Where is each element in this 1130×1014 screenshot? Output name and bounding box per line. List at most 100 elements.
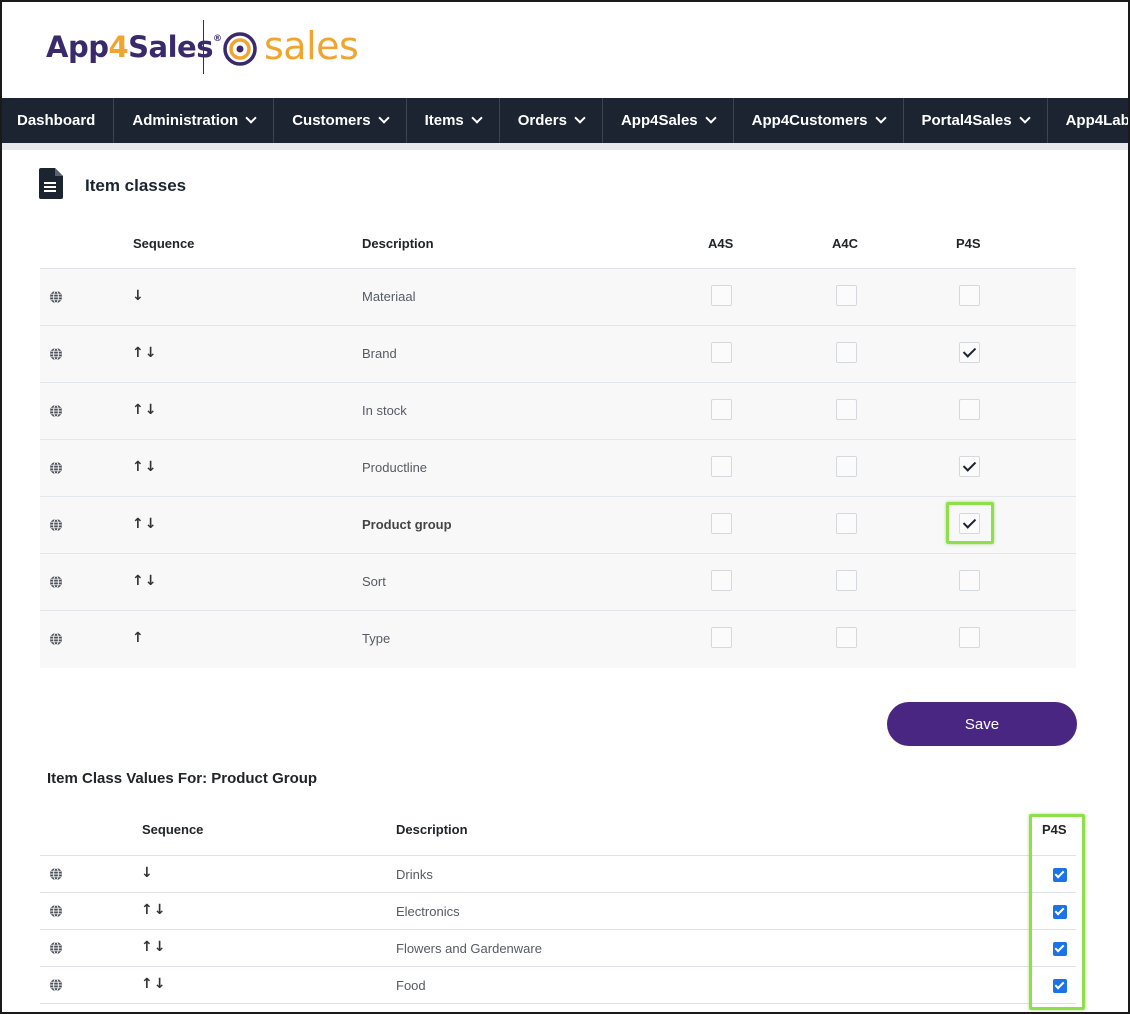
header-description: Description	[362, 236, 434, 251]
header-a4c: A4C	[832, 236, 859, 251]
sequence-arrows[interactable]: ↑	[132, 630, 145, 646]
nav-shadow	[2, 143, 1128, 150]
a4s-checkbox[interactable]	[711, 627, 732, 648]
table-row: ↓ Materiaal	[40, 269, 1076, 326]
table-header: Sequence Description A4S A4C P4S	[40, 224, 1076, 269]
globe-icon[interactable]	[49, 978, 63, 992]
a4s-checkbox[interactable]	[711, 342, 732, 363]
nav-app4labels[interactable]: App4Labels	[1048, 98, 1128, 143]
table-row: ↑↓ Product group	[40, 497, 1076, 554]
sequence-arrows[interactable]: ↑↓	[141, 976, 166, 992]
row-description: Drinks	[396, 867, 433, 882]
globe-icon[interactable]	[49, 518, 63, 532]
globe-icon[interactable]	[49, 632, 63, 646]
main-nav: Dashboard Administration Customers Items…	[2, 98, 1128, 143]
a4c-checkbox[interactable]	[836, 399, 857, 420]
chevron-down-icon	[874, 112, 887, 124]
item-classes-table: Sequence Description A4S A4C P4S ↓ Materi…	[40, 224, 1076, 668]
row-description: Product group	[362, 517, 452, 532]
globe-icon[interactable]	[49, 575, 63, 589]
a4c-checkbox[interactable]	[836, 627, 857, 648]
app-window: App4Sales® sales Dashboard Administratio…	[0, 0, 1130, 1014]
check-icon	[962, 344, 977, 358]
row-description: Brand	[362, 346, 397, 361]
p4s-checkbox[interactable]	[959, 285, 980, 306]
chevron-down-icon	[377, 112, 390, 124]
nav-portal4sales[interactable]: Portal4Sales	[904, 98, 1048, 143]
globe-icon[interactable]	[49, 290, 63, 304]
highlight-box	[1029, 814, 1085, 1010]
header-sequence: Sequence	[133, 236, 195, 251]
globe-icon[interactable]	[49, 867, 63, 881]
table-row: ↑↓ Brand	[40, 326, 1076, 383]
sequence-arrows[interactable]: ↓	[141, 865, 154, 881]
globe-icon[interactable]	[49, 461, 63, 475]
chevron-down-icon	[704, 112, 717, 124]
p4s-checkbox[interactable]	[959, 399, 980, 420]
header-sequence: Sequence	[142, 822, 204, 837]
sequence-arrows[interactable]: ↑↓	[132, 345, 157, 361]
a4c-checkbox[interactable]	[836, 342, 857, 363]
table-row: ↑↓ Sort	[40, 554, 1076, 611]
row-description: Type	[362, 631, 391, 646]
nav-dashboard[interactable]: Dashboard	[2, 98, 115, 143]
sequence-arrows[interactable]: ↑↓	[132, 402, 157, 418]
row-description: Productline	[362, 460, 428, 475]
header-p4s: P4S	[956, 236, 981, 251]
row-description: Flowers and Gardenware	[396, 941, 542, 956]
globe-icon[interactable]	[49, 941, 63, 955]
sequence-arrows[interactable]: ↑↓	[141, 939, 166, 955]
a4s-checkbox[interactable]	[711, 513, 732, 534]
app4sales-logo[interactable]: App4Sales®	[46, 30, 222, 64]
globe-icon[interactable]	[49, 904, 63, 918]
a4c-checkbox[interactable]	[836, 570, 857, 591]
table-row: ↑↓ Electronics	[40, 893, 1076, 930]
header: App4Sales® sales	[2, 2, 1128, 98]
table-row: ↑ Type	[40, 611, 1076, 668]
nav-items[interactable]: Items	[407, 98, 500, 143]
sequence-arrows[interactable]: ↑↓	[132, 573, 157, 589]
nav-app4sales[interactable]: App4Sales	[603, 98, 734, 143]
a4c-checkbox[interactable]	[836, 456, 857, 477]
table-row: ↑↓ Productline	[40, 440, 1076, 497]
table-row: ↑↓ Food	[40, 967, 1076, 1004]
row-description: Materiaal	[362, 289, 416, 304]
sequence-arrows[interactable]: ↓	[132, 288, 145, 304]
check-icon	[962, 458, 977, 472]
chevron-down-icon	[471, 112, 483, 124]
sequence-arrows[interactable]: ↑↓	[132, 516, 157, 532]
p4s-checkbox[interactable]	[959, 627, 980, 648]
row-description: Sort	[362, 574, 386, 589]
p4s-checkbox[interactable]	[959, 570, 980, 591]
nav-app4customers[interactable]: App4Customers	[734, 98, 904, 143]
page-title: Item classes	[85, 176, 187, 195]
header-description: Description	[396, 822, 468, 837]
a4c-checkbox[interactable]	[836, 513, 857, 534]
a4s-checkbox[interactable]	[711, 285, 732, 306]
chevron-down-icon	[574, 112, 586, 124]
item-class-values-body: ↓ Drinks ↑↓ Electronics ↑↓ Flowers and Garden…	[40, 856, 1076, 1004]
highlight-box	[946, 502, 994, 544]
nav-orders[interactable]: Orders	[500, 98, 603, 143]
row-description: Electronics	[396, 904, 460, 919]
p4s-checkbox[interactable]	[959, 456, 980, 477]
nav-administration[interactable]: Administration	[114, 98, 275, 143]
a4s-checkbox[interactable]	[711, 456, 732, 477]
save-button[interactable]: Save	[887, 702, 1077, 746]
item-classes-body: ↓ Materiaal ↑↓ Brand ↑↓ In stock ↑↓ Productline…	[40, 269, 1076, 668]
globe-icon[interactable]	[49, 347, 63, 361]
p4s-checkbox[interactable]	[959, 342, 980, 363]
table-header: Sequence Description P4S	[40, 808, 1076, 856]
row-description: In stock	[362, 403, 407, 418]
sequence-arrows[interactable]: ↑↓	[141, 902, 166, 918]
target-icon	[223, 32, 257, 66]
section-title: Item Class Values For: Product Group	[47, 770, 318, 787]
row-description: Food	[396, 978, 426, 993]
a4s-checkbox[interactable]	[711, 399, 732, 420]
a4s-checkbox[interactable]	[711, 570, 732, 591]
globe-icon[interactable]	[49, 404, 63, 418]
nav-customers[interactable]: Customers	[274, 98, 407, 143]
a4c-checkbox[interactable]	[836, 285, 857, 306]
sequence-arrows[interactable]: ↑↓	[132, 459, 157, 475]
chevron-down-icon	[1018, 112, 1031, 124]
